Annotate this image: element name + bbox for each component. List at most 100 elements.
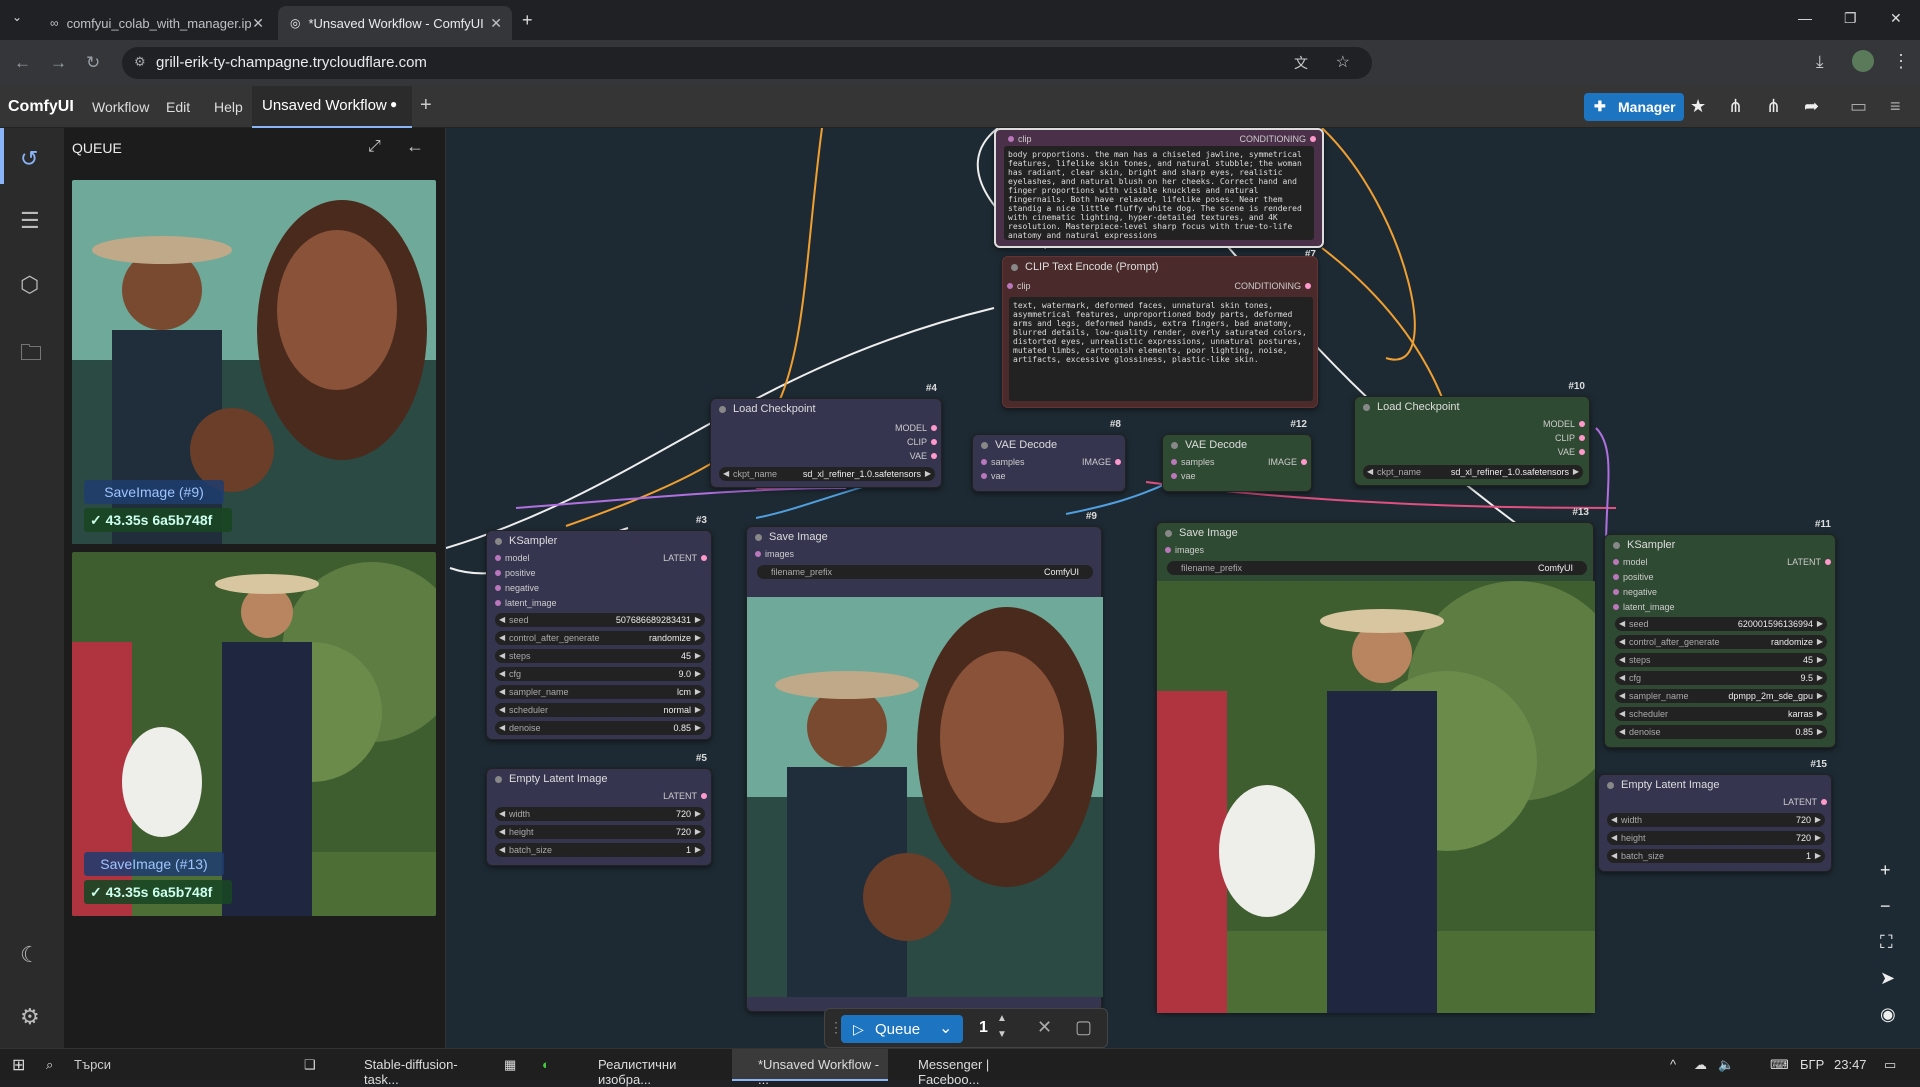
back-icon[interactable]: ← [14, 53, 31, 73]
height-widget[interactable]: height 720 [495, 825, 705, 839]
download-icon[interactable]: ⤓ [1816, 52, 1824, 72]
width-widget[interactable]: width 720 [1607, 813, 1825, 827]
node-empty-latent-15[interactable]: #15 Empty Latent Image LATENT width 720 h… [1598, 759, 1832, 872]
tab-comfyui[interactable]: ◎ *Unsaved Workflow - ComfyUI ✕ [278, 6, 512, 40]
slot-latent-out[interactable]: LATENT [663, 553, 707, 563]
taskbar-app-notepad[interactable]: Stable-diffusion-task... [338, 1049, 484, 1087]
slot-vae-out[interactable]: VAE [910, 451, 938, 461]
hamburger-icon[interactable]: ≡ [1890, 96, 1901, 117]
app-icon[interactable]: ◐ [542, 1057, 550, 1072]
slot-clip-out[interactable]: CLIP [1555, 433, 1586, 443]
sampler-name-widget[interactable]: sampler_name lcm [495, 685, 705, 699]
slot-model-out[interactable]: MODEL [895, 423, 938, 433]
seed-widget[interactable]: seed 507686689283431 [495, 613, 705, 627]
pointer-mode-icon[interactable]: ➤ [1880, 968, 1895, 989]
taskbar-app-comfyui[interactable]: *Unsaved Workflow - ... [732, 1049, 888, 1087]
cancel-icon[interactable]: ✕ [1037, 1017, 1052, 1038]
node-library-icon[interactable]: ☰ [20, 208, 40, 234]
model-library-icon[interactable]: ⬡ [20, 272, 39, 298]
steps-widget[interactable]: steps 45 [1615, 653, 1827, 667]
node-clip-negative[interactable]: CLIP Text Encode (Prompt) clip CONDITION… [1002, 256, 1318, 408]
ckpt-name-widget[interactable]: ckpt_name sd_xl_refiner_1.0.safetensors [1363, 465, 1583, 479]
slot-clip-in[interactable]: clip [1007, 281, 1031, 291]
model-alt-icon[interactable]: ⋔ [1766, 96, 1781, 117]
panel-icon[interactable]: ▭ [1850, 96, 1867, 117]
star-icon[interactable]: ★ [1690, 96, 1706, 117]
add-workflow-icon[interactable]: + [420, 94, 432, 117]
settings-gear-icon[interactable]: ⚙ [20, 1004, 40, 1030]
scheduler-widget[interactable]: scheduler karras [1615, 707, 1827, 721]
slot-latent-out[interactable]: LATENT [663, 791, 707, 801]
slot-image-out[interactable]: IMAGE [1082, 457, 1122, 467]
batch-count-input[interactable]: 1 [979, 1019, 988, 1037]
steps-widget[interactable]: steps 45 [495, 649, 705, 663]
cfg-widget[interactable]: cfg 9.0 [495, 667, 705, 681]
width-widget[interactable]: width 720 [495, 807, 705, 821]
slot-conditioning-out[interactable]: CONDITIONING [1235, 281, 1311, 291]
new-tab-icon[interactable]: + [522, 10, 533, 31]
site-info-icon[interactable]: ⚙ [134, 54, 146, 70]
tab-search-icon[interactable]: ⌄ [12, 10, 22, 24]
fit-view-icon[interactable]: ⛶ [1880, 932, 1893, 953]
restore-icon[interactable]: ❐ [1844, 10, 1857, 27]
share-icon[interactable]: ➦ [1804, 96, 1819, 117]
model-icon[interactable]: ⋔ [1728, 96, 1743, 117]
filename-prefix-widget[interactable]: filename_prefix ComfyUI [1167, 561, 1587, 575]
node-ksampler-11[interactable]: #11 KSampler model positive negative lat… [1604, 519, 1836, 748]
slot-latent-out[interactable]: LATENT [1787, 557, 1831, 567]
forward-icon[interactable]: → [50, 53, 67, 73]
slot-vae-in[interactable]: vae [981, 471, 1006, 481]
chevron-down-icon[interactable]: ⌄ [939, 1018, 952, 1038]
slot-positive-in[interactable]: positive [495, 568, 536, 578]
close-window-icon[interactable]: ✕ [1890, 10, 1902, 27]
denoise-widget[interactable]: denoise 0.85 [495, 721, 705, 735]
close-icon[interactable]: ✕ [490, 15, 502, 32]
slot-vae-in[interactable]: vae [1171, 471, 1196, 481]
menu-workflow[interactable]: Workflow [92, 99, 149, 115]
keyboard-icon[interactable]: ⌨ [1770, 1057, 1789, 1073]
ckpt-name-widget[interactable]: ckpt_name sd_xl_refiner_1.0.safetensors [719, 467, 935, 481]
slot-images-in[interactable]: images [1164, 545, 1204, 555]
clock[interactable]: 23:47 [1834, 1057, 1867, 1072]
node-vae-decode-12[interactable]: #12 VAE Decode samples vae IMAGE [1162, 419, 1312, 492]
node-load-checkpoint-10[interactable]: #10 Load Checkpoint MODEL CLIP VAE ckpt_… [1354, 381, 1590, 486]
slot-negative-in[interactable]: negative [494, 583, 539, 593]
slot-conditioning-out[interactable]: CONDITIONING [1240, 134, 1316, 144]
slot-samples-in[interactable]: samples [1171, 457, 1215, 467]
url-field[interactable]: ⚙ grill-erik-ty-champagne.trycloudflare.… [122, 47, 1372, 79]
sampler-name-widget[interactable]: sampler_name dpmpp_2m_sde_gpu [1615, 689, 1827, 703]
task-view-icon[interactable]: ❑ [304, 1057, 316, 1073]
slot-vae-out[interactable]: VAE [1558, 447, 1586, 457]
queue-button[interactable]: ▷ Queue ⌄ [841, 1015, 963, 1043]
taskbar-app-messenger[interactable]: Messenger | Faceboo... [892, 1049, 1052, 1087]
visibility-eye-icon[interactable]: ◉ [1880, 1004, 1896, 1025]
translate-icon[interactable]: 文 [1294, 53, 1308, 73]
back-arrow-icon[interactable]: ← [406, 136, 424, 157]
control-after-generate-widget[interactable]: control_after_generate randomize [495, 631, 705, 645]
slot-latent-in[interactable]: latent_image [1613, 602, 1675, 612]
slot-clip-out[interactable]: CLIP [907, 437, 938, 447]
expand-icon[interactable]: ⤢ [368, 138, 381, 156]
volume-icon[interactable]: 🔈 [1718, 1057, 1734, 1073]
output-image-9[interactable] [747, 597, 1103, 997]
workflow-tab[interactable]: Unsaved Workflow ● [252, 86, 412, 128]
queue-item-image[interactable]: SaveImage (#9) ✓ 43.35s 6a5b748f [72, 180, 436, 544]
graph-canvas[interactable]: clip CONDITIONING body proportions. the … [446, 128, 1920, 1048]
slot-images-in[interactable]: images [754, 549, 794, 559]
node-save-image-13[interactable]: #13 Save Image images filename_prefix Com… [1156, 507, 1595, 1013]
node-ksampler-3[interactable]: #3 KSampler model positive negative late… [486, 515, 712, 740]
slot-negative-in[interactable]: negative [1612, 587, 1657, 597]
search-icon[interactable]: ⌕ [46, 1057, 53, 1073]
filename-prefix-widget[interactable]: filename_prefix ComfyUI [757, 565, 1093, 579]
taskbar-search-input[interactable]: Търси [74, 1057, 111, 1072]
slot-model-in[interactable]: model [495, 553, 530, 563]
slot-model-in[interactable]: model [1613, 557, 1648, 567]
workflows-folder-icon[interactable]: 🗀 [20, 336, 42, 374]
batch-size-widget[interactable]: batch_size 1 [495, 843, 705, 857]
negative-prompt-textarea[interactable]: text, watermark, deformed faces, unnatur… [1009, 297, 1313, 401]
node-save-image-9[interactable]: #9 Save Image images filename_prefix Comf… [746, 511, 1103, 1012]
network-icon[interactable]: ☁ [1694, 1057, 1707, 1073]
language-indicator[interactable]: БГР [1800, 1057, 1824, 1072]
reload-icon[interactable]: ↻ [86, 53, 100, 73]
output-image-13[interactable] [1157, 581, 1595, 1013]
